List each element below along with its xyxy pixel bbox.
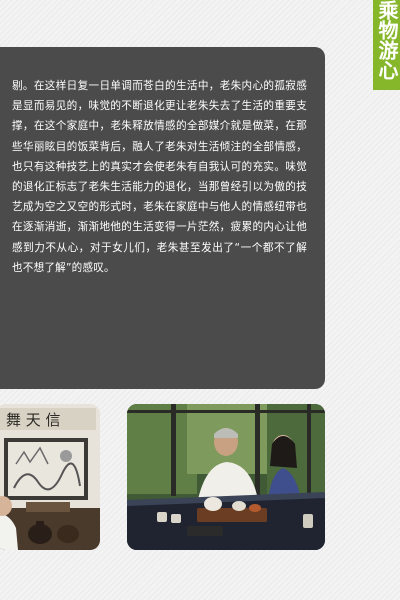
calligraphy-room-illustration: 舞 天 信 [0,404,100,550]
scroll-calligraphy: 舞 天 信 [6,411,61,429]
side-title-text: 乘物游心 [375,0,399,80]
article-text-card: 剔。在这样日复一日单调而苍白的生活中，老朱内心的孤寂感是显而易见的，味觉的不断退… [0,47,325,389]
side-title-tab: 乘物游心 [373,0,400,90]
tea-ceremony-illustration [127,404,325,550]
photo-calligraphy-room: 舞 天 信 [0,404,100,550]
photo-tea-ceremony [127,404,325,550]
article-body: 剔。在这样日复一日单调而苍白的生活中，老朱内心的孤寂感是显而易见的，味觉的不断退… [12,80,307,274]
